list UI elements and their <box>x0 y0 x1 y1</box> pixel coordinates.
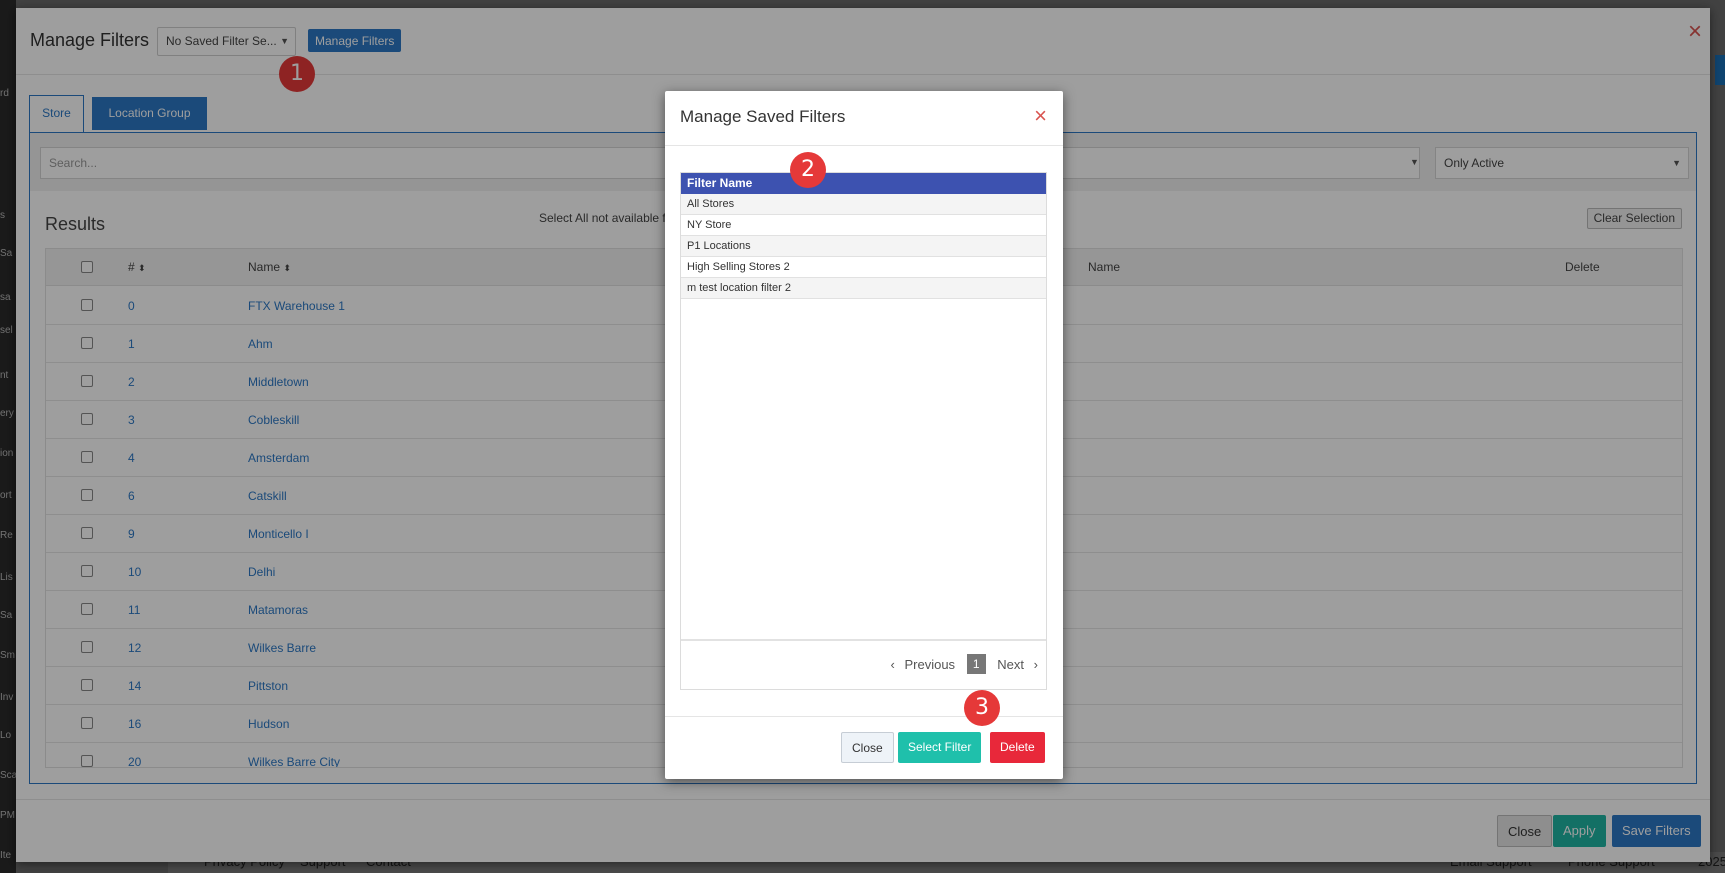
page-number[interactable]: 1 <box>966 654 986 674</box>
saved-modal-footer-divider <box>665 716 1063 717</box>
list-header: Filter Name <box>681 173 1046 194</box>
list-item[interactable]: NY Store <box>681 215 1046 236</box>
next-page-button[interactable]: Next <box>997 657 1024 672</box>
saved-filter-list: Filter Name All Stores NY Store P1 Locatio… <box>680 172 1047 690</box>
manage-saved-filters-modal: Manage Saved Filters × Filter Name All S… <box>665 91 1063 779</box>
saved-modal-title: Manage Saved Filters <box>680 107 846 126</box>
list-item[interactable]: P1 Locations <box>681 236 1046 257</box>
step-badge-2: 2 <box>790 152 826 188</box>
pagination: ‹ Previous 1 Next › <box>891 654 1038 674</box>
previous-page-button[interactable]: Previous <box>904 657 955 672</box>
list-item[interactable]: All Stores <box>681 194 1046 215</box>
select-filter-button[interactable]: Select Filter <box>898 732 982 763</box>
close-icon[interactable]: × <box>1034 103 1047 129</box>
saved-close-button[interactable]: Close <box>841 732 894 763</box>
list-item[interactable]: High Selling Stores 2 <box>681 257 1046 278</box>
chevron-left-icon[interactable]: ‹ <box>891 657 895 672</box>
step-badge-3: 3 <box>964 690 1000 726</box>
list-item[interactable]: m test location filter 2 <box>681 278 1046 299</box>
delete-button[interactable]: Delete <box>990 732 1045 763</box>
chevron-right-icon[interactable]: › <box>1034 657 1038 672</box>
pager-divider <box>681 639 1046 641</box>
saved-modal-header: Manage Saved Filters × <box>665 91 1063 146</box>
